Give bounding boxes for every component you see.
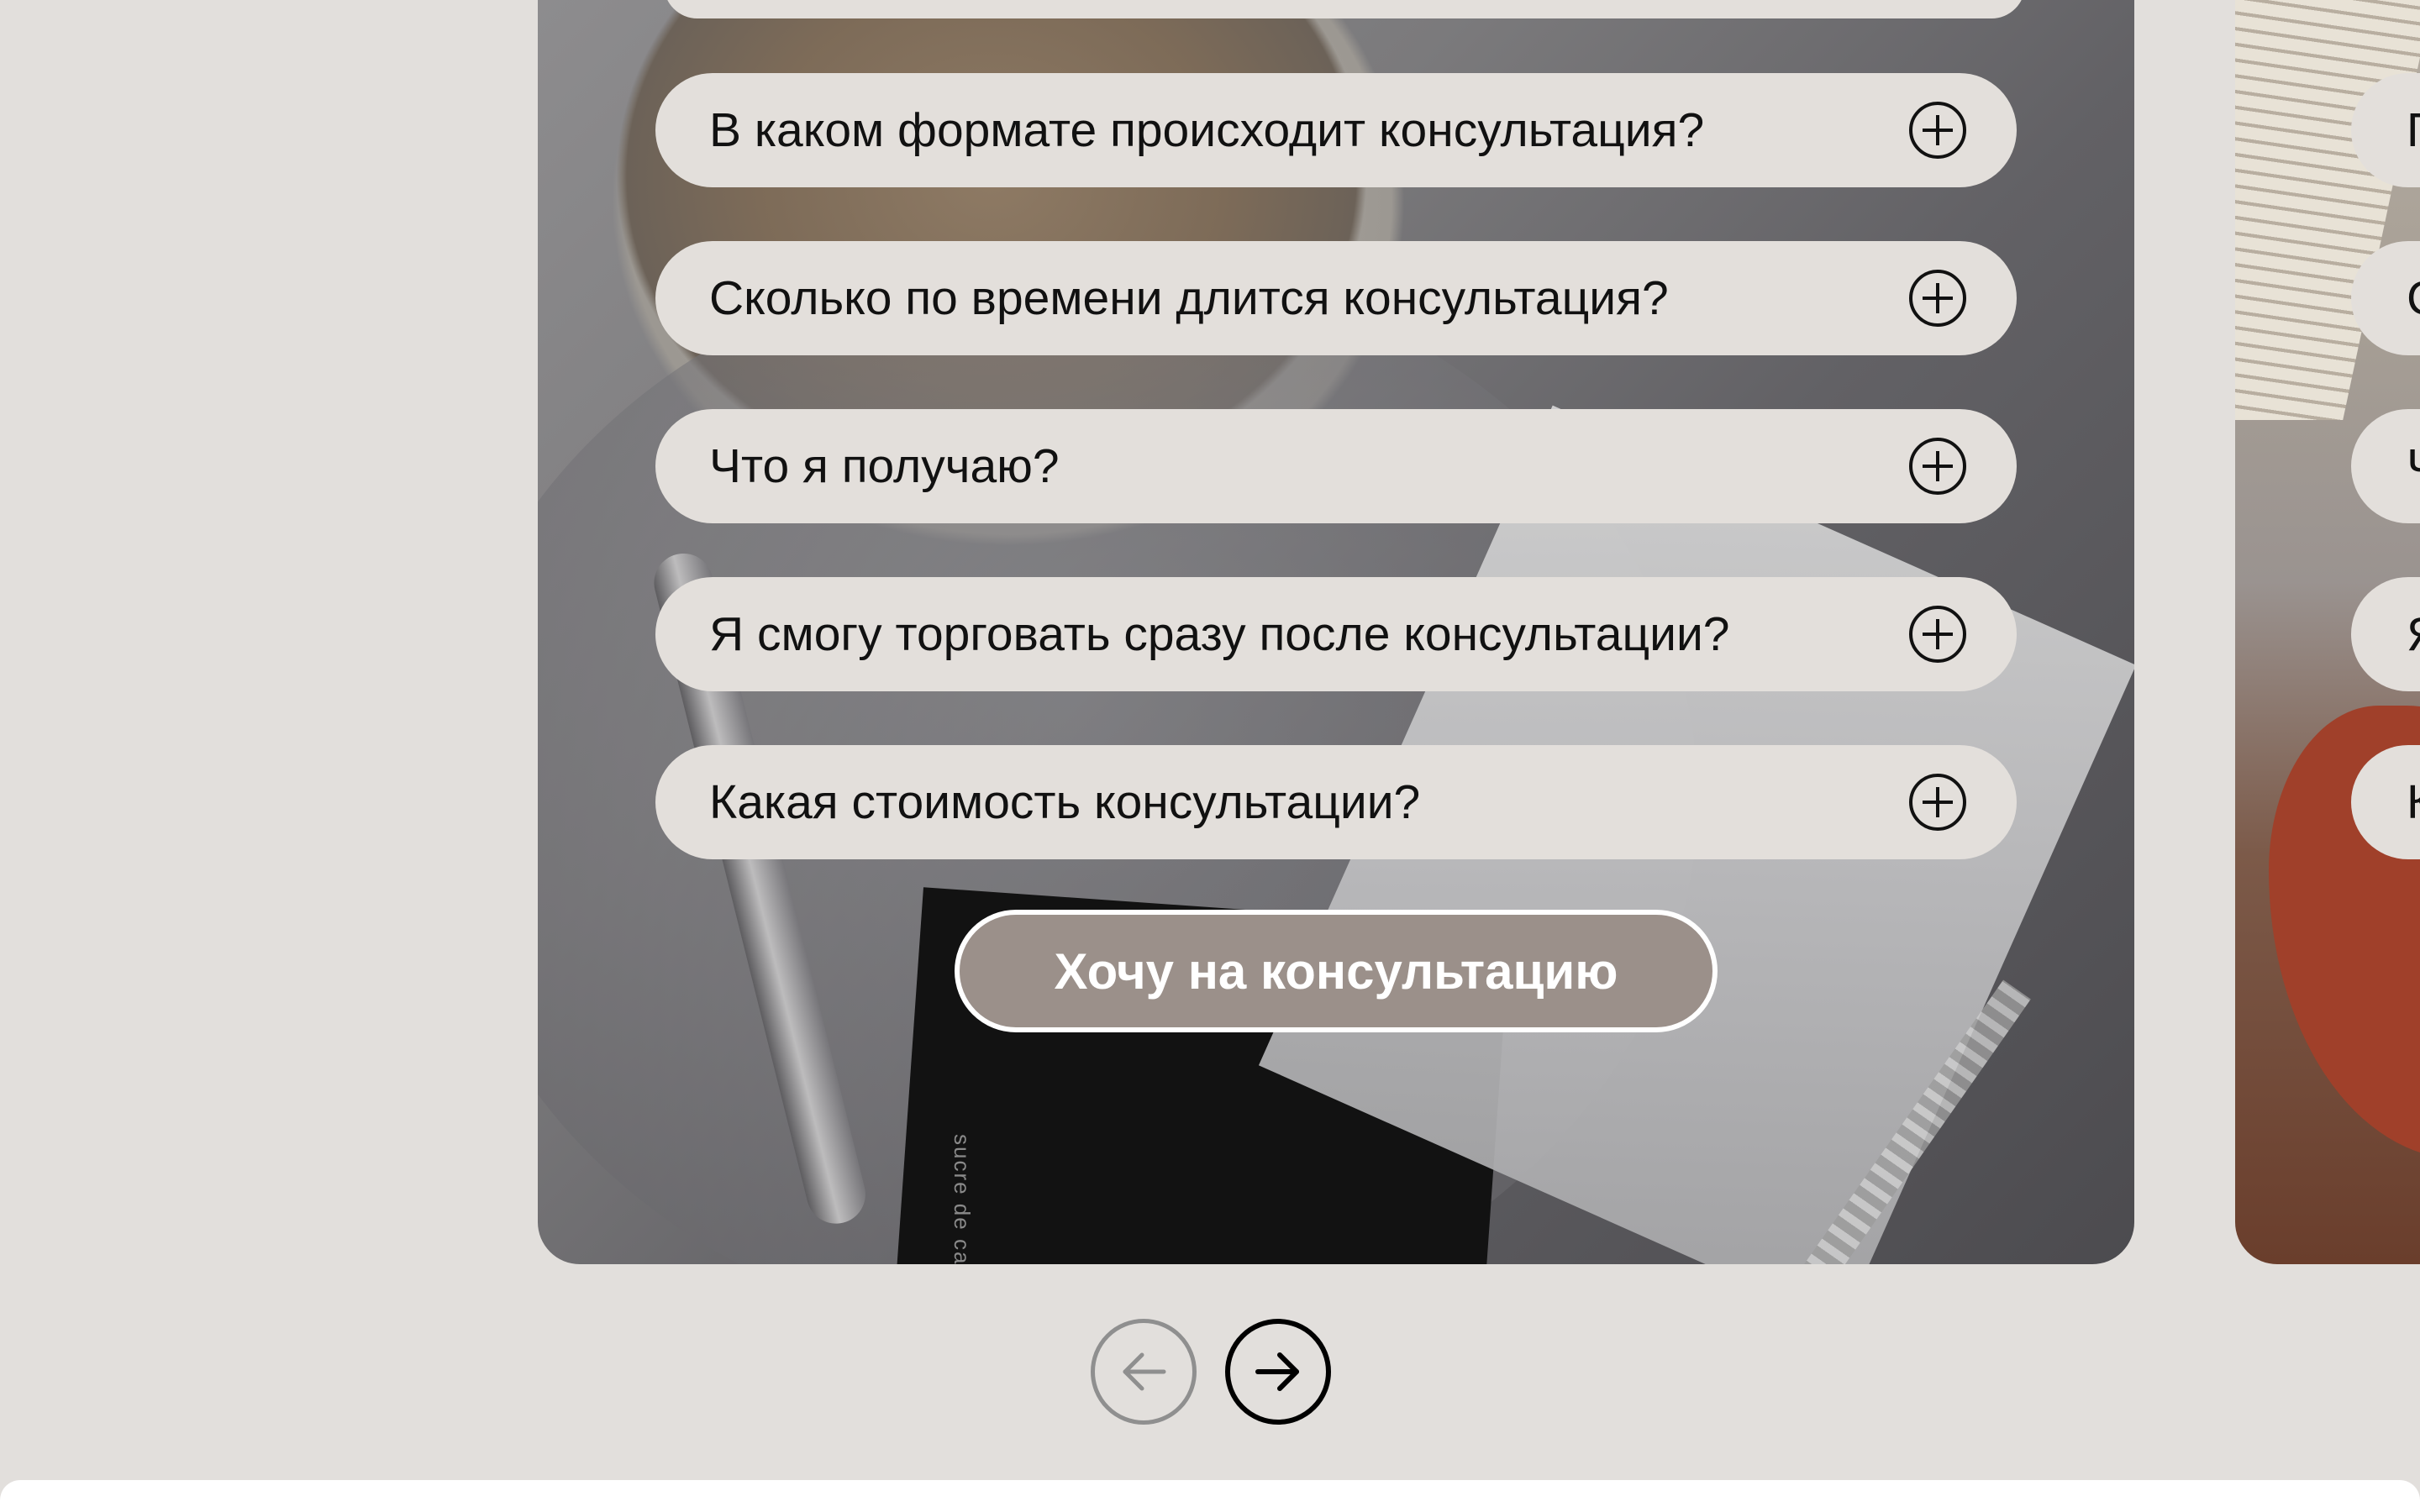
plus-circle-icon[interactable] xyxy=(1909,270,1966,327)
faq-question: Что я получаю? xyxy=(709,439,1060,493)
faq-question-partial: Ч xyxy=(2407,438,2420,494)
faq-item-partial[interactable] xyxy=(664,0,2025,18)
carousel-prev-button[interactable] xyxy=(1091,1319,1197,1425)
faq-item[interactable]: Что я получаю? xyxy=(655,409,2017,523)
faq-item[interactable]: Сколько по времени длится консультация? xyxy=(655,241,2017,355)
consultation-button[interactable]: Хочу на консультацию xyxy=(955,910,1718,1032)
faq-question: Сколько по времени длится консультация? xyxy=(709,271,1669,325)
plus-circle-icon[interactable] xyxy=(1909,102,1966,159)
photo-packet-text: sucre de ca xyxy=(950,1134,975,1264)
faq-question: В каком формате происходит консультация? xyxy=(709,103,1705,157)
faq-question: Какая стоимость консультации? xyxy=(709,775,1421,829)
faq-question-partial: К xyxy=(2407,774,2420,830)
arrow-left-icon xyxy=(1123,1352,1166,1391)
plus-circle-icon[interactable] xyxy=(1909,438,1966,495)
faq-question: Я смогу торговать сразу после консультац… xyxy=(709,607,1730,661)
faq-section: sucre de ca В каком формате происходит к… xyxy=(0,0,2420,1512)
plus-circle-icon[interactable] xyxy=(1909,606,1966,663)
photo-book xyxy=(2235,0,2420,420)
carousel-next-button[interactable] xyxy=(1225,1319,1331,1425)
faq-question-partial: С xyxy=(2407,270,2420,326)
faq-item[interactable]: В каком формате происходит консультация? xyxy=(655,73,2017,187)
plus-circle-icon[interactable] xyxy=(1909,774,1966,831)
arrow-right-icon xyxy=(1255,1352,1299,1391)
next-section xyxy=(0,1480,2420,1512)
faq-item[interactable]: Я смогу торговать сразу после консультац… xyxy=(655,577,2017,691)
faq-question-partial: П xyxy=(2407,102,2420,158)
faq-question-partial: Я xyxy=(2407,606,2420,662)
faq-item[interactable]: Какая стоимость консультации? xyxy=(655,745,2017,859)
